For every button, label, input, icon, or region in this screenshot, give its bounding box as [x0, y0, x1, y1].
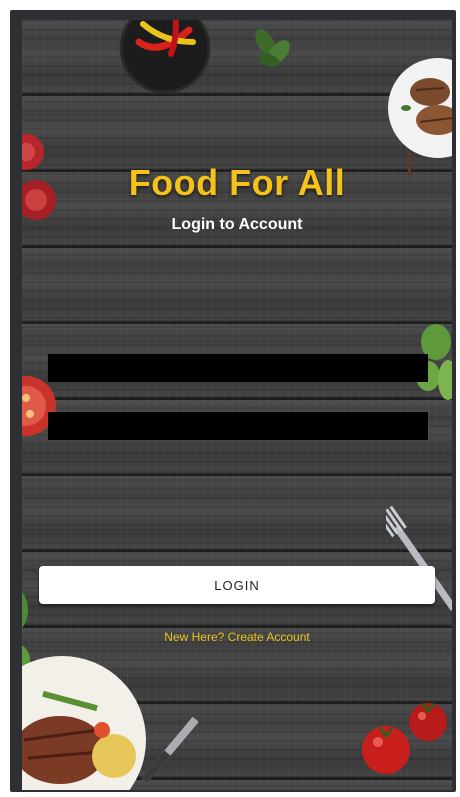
fork-icon [386, 505, 452, 611]
username-input[interactable] [48, 354, 428, 382]
page-subtitle: Login to Account [171, 216, 303, 233]
cherry-tomato-icon [362, 703, 447, 774]
password-field[interactable] [48, 412, 428, 440]
app-title: Food For All [128, 162, 346, 203]
login-screen: Food For All Login to Account LOGIN New … [22, 20, 452, 790]
bowl-of-peppers-icon [119, 20, 211, 94]
create-account-link[interactable]: New Here? Create Account [22, 630, 452, 644]
knife-icon [141, 716, 199, 784]
login-button[interactable]: LOGIN [39, 566, 435, 604]
grilled-meat-plate-icon [388, 58, 452, 178]
basil-leaf-icon [255, 29, 290, 67]
username-field[interactable] [48, 354, 428, 382]
password-input[interactable] [48, 412, 428, 440]
